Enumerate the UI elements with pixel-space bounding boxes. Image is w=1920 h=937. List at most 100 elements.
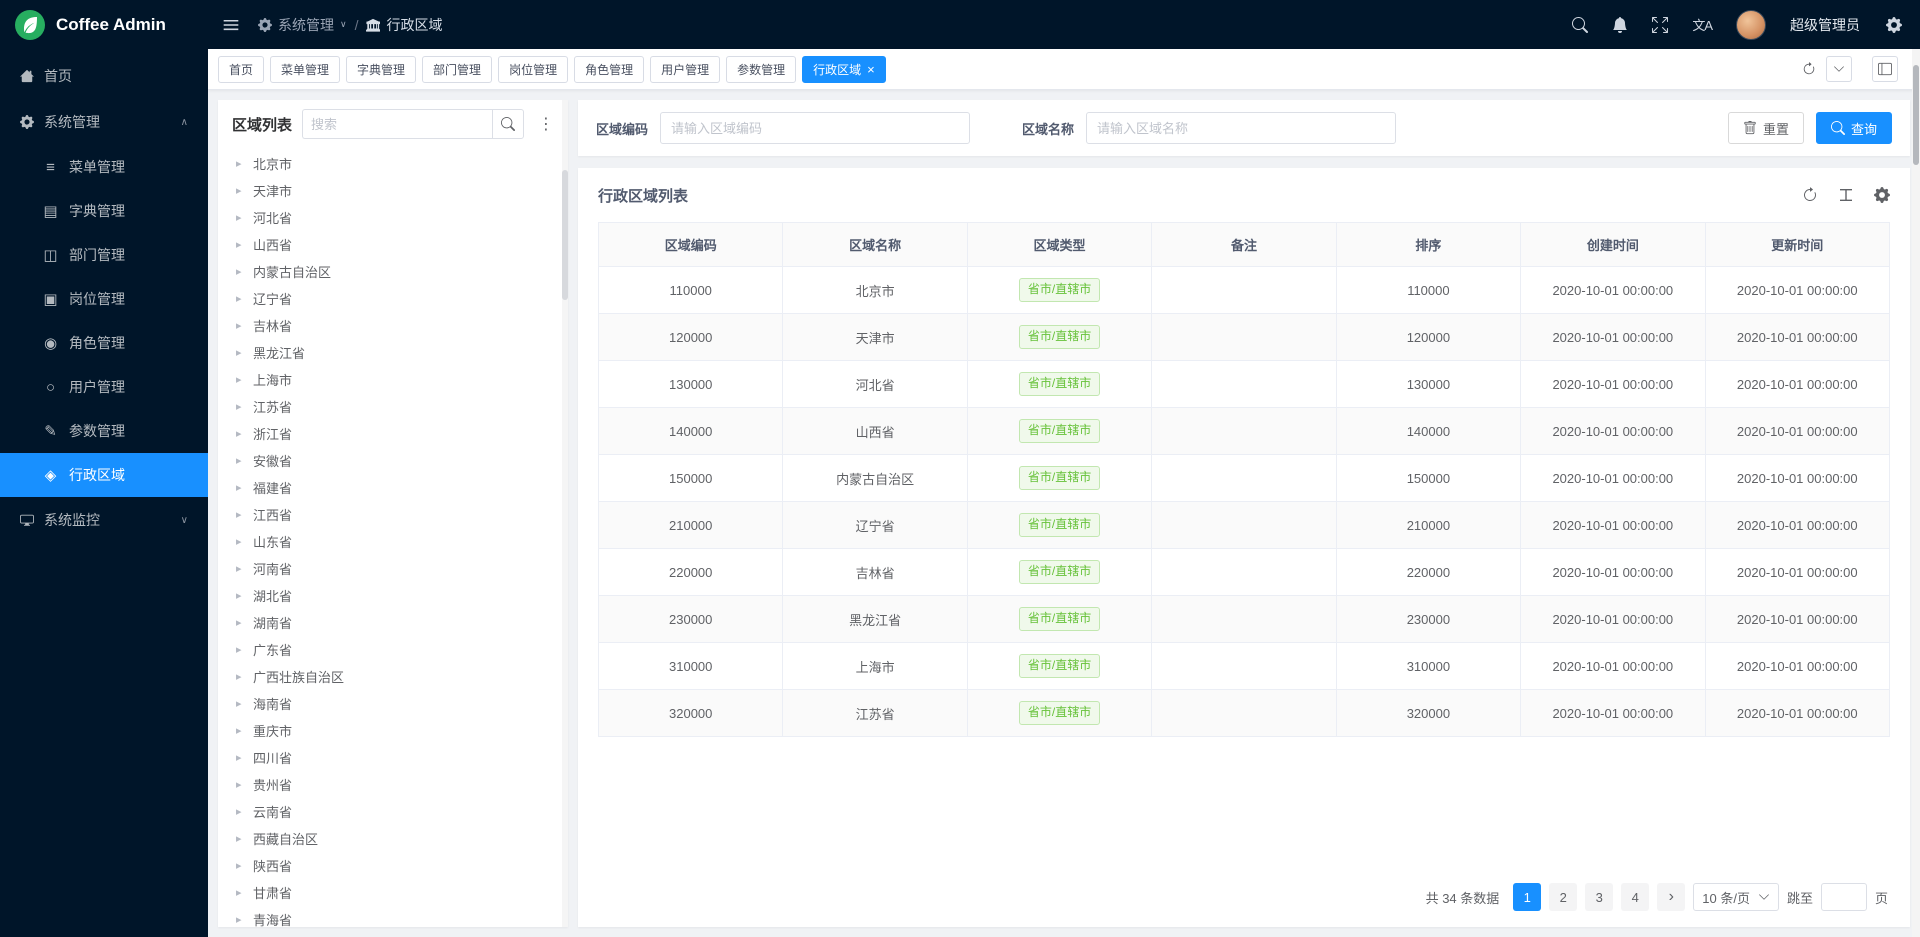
expand-arrow-icon[interactable]: [236, 481, 244, 494]
tab[interactable]: 字典管理: [346, 56, 416, 83]
sidebar-subitem[interactable]: ≡ 菜单管理: [0, 145, 208, 189]
expand-arrow-icon[interactable]: [236, 535, 244, 548]
tree-node[interactable]: 四川省: [226, 744, 562, 771]
expand-arrow-icon[interactable]: [236, 589, 244, 602]
expand-arrow-icon[interactable]: [236, 805, 244, 818]
table-row[interactable]: 140000 山西省 省市/直辖市 140000 2020-10-01 00:0…: [599, 408, 1890, 455]
expand-arrow-icon[interactable]: [236, 562, 244, 575]
sidebar-item-home[interactable]: 首页: [0, 53, 208, 99]
tree-search-button[interactable]: [492, 109, 524, 139]
next-page-button[interactable]: [1657, 883, 1685, 911]
table-column-header[interactable]: 区域类型: [967, 223, 1151, 267]
tree-node[interactable]: 安徽省: [226, 447, 562, 474]
region-name-input[interactable]: [1086, 112, 1396, 144]
table-row[interactable]: 220000 吉林省 省市/直辖市 220000 2020-10-01 00:0…: [599, 549, 1890, 596]
page-number-button[interactable]: 4: [1621, 883, 1649, 911]
table-column-header[interactable]: 创建时间: [1521, 223, 1705, 267]
tree-node[interactable]: 浙江省: [226, 420, 562, 447]
tree-node[interactable]: 湖南省: [226, 609, 562, 636]
tab[interactable]: 参数管理: [726, 56, 796, 83]
page-number-button[interactable]: 3: [1585, 883, 1613, 911]
tree-node[interactable]: 海南省: [226, 690, 562, 717]
sidebar-subitem[interactable]: ▤ 字典管理: [0, 189, 208, 233]
tab[interactable]: 菜单管理: [270, 56, 340, 83]
avatar[interactable]: [1736, 10, 1766, 40]
sidebar-subitem[interactable]: ✎ 参数管理: [0, 409, 208, 453]
collapse-sidebar-button[interactable]: [222, 16, 240, 34]
expand-arrow-icon[interactable]: [236, 913, 244, 926]
table-row[interactable]: 310000 上海市 省市/直辖市 310000 2020-10-01 00:0…: [599, 643, 1890, 690]
tree-scrollbar[interactable]: [562, 100, 568, 927]
tree-node[interactable]: 甘肃省: [226, 879, 562, 906]
table-column-header[interactable]: 区域名称: [783, 223, 967, 267]
tab-close-icon[interactable]: [867, 63, 875, 76]
tree-search-input[interactable]: [302, 109, 492, 139]
table-row[interactable]: 230000 黑龙江省 省市/直辖市 230000 2020-10-01 00:…: [599, 596, 1890, 643]
tree-node[interactable]: 湖北省: [226, 582, 562, 609]
expand-arrow-icon[interactable]: [236, 751, 244, 764]
layout-setting-button[interactable]: [1872, 56, 1898, 82]
sidebar-subitem[interactable]: ○ 用户管理: [0, 365, 208, 409]
language-switch-button[interactable]: [1692, 15, 1712, 34]
tree-node[interactable]: 青海省: [226, 906, 562, 927]
tree-node[interactable]: 江西省: [226, 501, 562, 528]
tree-node[interactable]: 河北省: [226, 204, 562, 231]
tree-node[interactable]: 江苏省: [226, 393, 562, 420]
expand-arrow-icon[interactable]: [236, 400, 244, 413]
tab[interactable]: 岗位管理: [498, 56, 568, 83]
reset-button[interactable]: 重置: [1728, 112, 1804, 144]
tree-node[interactable]: 天津市: [226, 177, 562, 204]
username[interactable]: 超级管理员: [1790, 15, 1860, 35]
table-row[interactable]: 150000 内蒙古自治区 省市/直辖市 150000 2020-10-01 0…: [599, 455, 1890, 502]
jump-page-input[interactable]: [1821, 883, 1867, 911]
tree-node[interactable]: 福建省: [226, 474, 562, 501]
theme-settings-button[interactable]: [1886, 17, 1902, 33]
region-code-input[interactable]: [660, 112, 970, 144]
global-search-button[interactable]: [1572, 17, 1588, 33]
table-column-header[interactable]: 排序: [1336, 223, 1520, 267]
tree-node[interactable]: 陕西省: [226, 852, 562, 879]
expand-arrow-icon[interactable]: [236, 643, 244, 656]
tree-node[interactable]: 吉林省: [226, 312, 562, 339]
table-column-header[interactable]: 备注: [1152, 223, 1336, 267]
tree-node[interactable]: 云南省: [226, 798, 562, 825]
tree-node[interactable]: 广东省: [226, 636, 562, 663]
page-number-button[interactable]: 2: [1549, 883, 1577, 911]
app-logo[interactable]: Coffee Admin: [0, 0, 208, 49]
expand-arrow-icon[interactable]: [236, 427, 244, 440]
table-refresh-button[interactable]: [1802, 187, 1818, 203]
expand-arrow-icon[interactable]: [236, 238, 244, 251]
tree-node[interactable]: 西藏自治区: [226, 825, 562, 852]
tree-node[interactable]: 重庆市: [226, 717, 562, 744]
tree-node[interactable]: 内蒙古自治区: [226, 258, 562, 285]
expand-arrow-icon[interactable]: [236, 670, 244, 683]
page-size-select[interactable]: 10 条/页: [1693, 883, 1779, 911]
tab[interactable]: 用户管理: [650, 56, 720, 83]
expand-arrow-icon[interactable]: [236, 616, 244, 629]
tab[interactable]: 首页: [218, 56, 264, 83]
tree-node[interactable]: 山东省: [226, 528, 562, 555]
table-row[interactable]: 120000 天津市 省市/直辖市 120000 2020-10-01 00:0…: [599, 314, 1890, 361]
tree-node[interactable]: 广西壮族自治区: [226, 663, 562, 690]
expand-arrow-icon[interactable]: [236, 832, 244, 845]
tab[interactable]: 部门管理: [422, 56, 492, 83]
tree-node[interactable]: 山西省: [226, 231, 562, 258]
expand-arrow-icon[interactable]: [236, 184, 244, 197]
table-column-header[interactable]: 更新时间: [1705, 223, 1889, 267]
tree-node[interactable]: 河南省: [226, 555, 562, 582]
tab-options-button[interactable]: [1826, 56, 1852, 82]
query-button[interactable]: 查询: [1816, 112, 1892, 144]
table-column-header[interactable]: 区域编码: [599, 223, 783, 267]
expand-arrow-icon[interactable]: [236, 697, 244, 710]
expand-arrow-icon[interactable]: [236, 886, 244, 899]
tree-scrollbar-thumb[interactable]: [562, 170, 568, 300]
table-row[interactable]: 110000 北京市 省市/直辖市 110000 2020-10-01 00:0…: [599, 267, 1890, 314]
expand-arrow-icon[interactable]: [236, 778, 244, 791]
expand-arrow-icon[interactable]: [236, 454, 244, 467]
sidebar-subitem[interactable]: ▣ 岗位管理: [0, 277, 208, 321]
tree-node[interactable]: 贵州省: [226, 771, 562, 798]
notifications-button[interactable]: [1612, 17, 1628, 33]
sidebar-item-system-monitor[interactable]: 系统监控: [0, 497, 208, 543]
expand-arrow-icon[interactable]: [236, 508, 244, 521]
expand-arrow-icon[interactable]: [236, 319, 244, 332]
